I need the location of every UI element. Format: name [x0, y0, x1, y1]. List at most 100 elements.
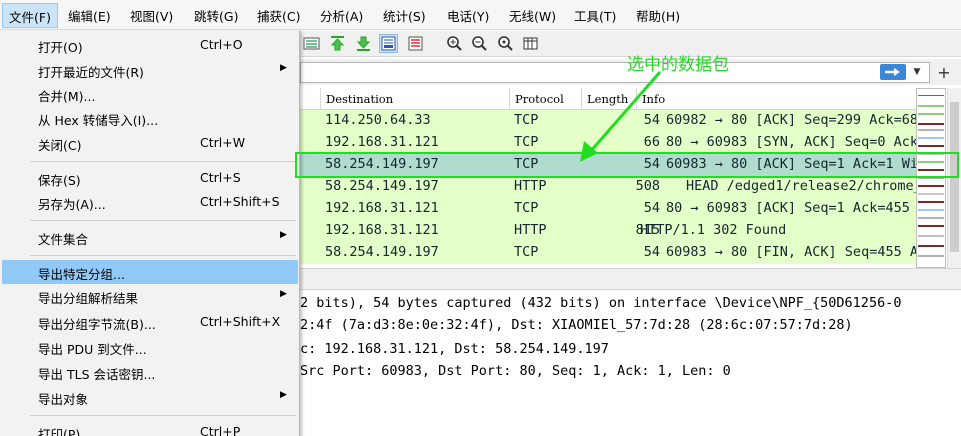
menu-item-export-objects[interactable]: 导出对象 ▶	[2, 385, 298, 409]
menu-item-file-set[interactable]: 文件集合 ▶	[2, 225, 298, 249]
menu-view[interactable]: 视图(V)	[130, 6, 173, 25]
colorize-icon[interactable]	[302, 34, 321, 53]
add-filter-button-plus-icon[interactable]: +	[935, 62, 953, 82]
packet-row[interactable]: 58.254.149.197 TCP 54 60983 → 80 [FIN, A…	[300, 242, 916, 264]
column-destination[interactable]: Destination	[320, 88, 510, 110]
menu-analyze[interactable]: 分析(A)	[320, 6, 363, 25]
packet-row[interactable]: 114.250.64.33 TCP 54 60982 → 80 [ACK] Se…	[300, 110, 916, 132]
menu-item-label: 导出 PDU 到文件...	[38, 342, 147, 357]
menu-item-shortcut: Ctrl+O	[200, 37, 243, 52]
menu-item-shortcut: Ctrl+Shift+X	[200, 314, 281, 329]
menu-item-label: 打印(P)...	[38, 427, 93, 436]
packet-destination: 114.250.64.33	[325, 112, 431, 128]
menu-item-close[interactable]: 关闭(C) Ctrl+W	[2, 131, 298, 155]
detail-frame-line[interactable]: 2 bits), 54 bytes captured (432 bits) on…	[300, 295, 901, 311]
menu-item-open-recent[interactable]: 打开最近的文件(R) ▶	[2, 58, 298, 82]
menu-item-export-tls-keys[interactable]: 导出 TLS 会话密钥...	[2, 360, 298, 384]
submenu-arrow-icon: ▶	[280, 289, 287, 299]
packet-info: HTTP/1.1 302 Found	[640, 222, 787, 238]
zoom-reset-icon[interactable]	[496, 34, 515, 53]
packet-protocol: HTTP	[514, 222, 547, 238]
packet-list: 114.250.64.33 TCP 54 60982 → 80 [ACK] Se…	[300, 110, 916, 265]
menu-help[interactable]: 帮助(H)	[636, 6, 680, 25]
go-first-icon[interactable]	[328, 34, 347, 53]
menu-telephony[interactable]: 电话(Y)	[447, 6, 489, 25]
submenu-arrow-icon: ▶	[280, 230, 287, 240]
autoscroll-icon[interactable]	[379, 34, 398, 53]
packet-info: HEAD /edged1/release2/chrome_cc	[686, 178, 916, 194]
packet-row[interactable]: 192.168.31.121 TCP 54 80 → 60983 [ACK] S…	[300, 198, 916, 220]
menu-edit[interactable]: 编辑(E)	[68, 6, 111, 25]
menu-statistics[interactable]: 统计(S)	[383, 6, 426, 25]
menu-item-label: 导出分组字节流(B)...	[38, 317, 156, 332]
packet-protocol: TCP	[514, 244, 539, 260]
packet-length: 54	[643, 200, 660, 216]
display-filter-input[interactable]	[300, 62, 930, 83]
menu-item-save-as[interactable]: 另存为(A)... Ctrl+Shift+S	[2, 190, 298, 214]
menu-item-export-pdu[interactable]: 导出 PDU 到文件...	[2, 335, 298, 359]
menu-item-label: 打开(O)	[38, 40, 83, 55]
pane-splitter[interactable]	[300, 268, 961, 290]
menu-item-label: 另存为(A)...	[38, 197, 106, 212]
packet-destination: 192.168.31.121	[325, 134, 439, 150]
detail-tcp-line[interactable]: Src Port: 60983, Dst Port: 80, Seq: 1, A…	[300, 363, 731, 379]
packet-details: 2 bits), 54 bytes captured (432 bits) on…	[300, 291, 961, 436]
packet-info: 80 → 60983 [ACK] Seq=1 Ack=455	[666, 200, 910, 216]
menu-go[interactable]: 跳转(G)	[194, 6, 238, 25]
menu-separator	[30, 161, 296, 162]
packet-info: 60982 → 80 [ACK] Seq=299 Ack=68	[666, 112, 916, 128]
apply-filter-arrow-icon[interactable]	[880, 64, 906, 80]
menu-item-import-hex[interactable]: 从 Hex 转储导入(I)...	[2, 106, 298, 130]
menu-item-shortcut: Ctrl+S	[200, 170, 241, 185]
detail-ip-line[interactable]: c: 192.168.31.121, Dst: 58.254.149.197	[300, 341, 609, 357]
menu-separator	[30, 255, 296, 256]
menu-item-shortcut: Ctrl+P	[200, 424, 241, 436]
menu-item-label: 保存(S)	[38, 173, 81, 188]
filter-dropdown-chevron-icon[interactable]: ▼	[910, 64, 924, 80]
packet-length: 54	[643, 112, 660, 128]
packet-protocol: TCP	[514, 112, 539, 128]
menu-item-export-specified-packets[interactable]: 导出特定分组...	[2, 260, 298, 284]
menu-item-export-packet-bytes[interactable]: 导出分组字节流(B)... Ctrl+Shift+X	[2, 310, 298, 334]
column-info[interactable]: Info	[636, 88, 916, 110]
menu-item-label: 合并(M)...	[38, 89, 96, 104]
packet-list-scrollbar[interactable]	[947, 88, 961, 268]
packet-row[interactable]: 192.168.31.121 TCP 66 80 → 60983 [SYN, A…	[300, 132, 916, 154]
menu-item-label: 关闭(C)	[38, 138, 82, 153]
menu-item-export-dissections[interactable]: 导出分组解析结果 ▶	[2, 284, 298, 308]
file-menu-dropdown: 打开(O) Ctrl+O 打开最近的文件(R) ▶ 合并(M)... 从 Hex…	[0, 30, 300, 436]
selected-packet-highlight-box	[295, 152, 959, 178]
menu-separator	[30, 415, 296, 416]
packet-row[interactable]: 192.168.31.121 HTTP 815 HTTP/1.1 302 Fou…	[300, 220, 916, 242]
menu-item-save[interactable]: 保存(S) Ctrl+S	[2, 166, 298, 190]
resize-columns-icon[interactable]	[521, 34, 540, 53]
menu-item-label: 导出特定分组...	[38, 267, 125, 282]
menu-item-print[interactable]: 打印(P)... Ctrl+P	[2, 420, 298, 436]
detail-ethernet-line[interactable]: 2:4f (7a:d3:8e:0e:32:4f), Dst: XIAOMIEl_…	[300, 317, 853, 333]
submenu-arrow-icon: ▶	[280, 390, 287, 400]
packet-minimap[interactable]	[916, 88, 946, 268]
menu-item-label: 导出 TLS 会话密钥...	[38, 367, 156, 382]
colorize-list-icon[interactable]	[406, 34, 425, 53]
packet-row[interactable]: 58.254.149.197 HTTP 508 HEAD /edged1/rel…	[300, 176, 916, 198]
go-last-icon[interactable]	[354, 34, 373, 53]
column-length[interactable]: Length	[581, 88, 636, 110]
menu-item-merge[interactable]: 合并(M)...	[2, 82, 298, 106]
packet-destination: 58.254.149.197	[325, 178, 439, 194]
submenu-arrow-icon: ▶	[280, 63, 287, 73]
menu-item-shortcut: Ctrl+W	[200, 135, 246, 150]
menubar: 文件(F) 编辑(E) 视图(V) 跳转(G) 捕获(C) 分析(A) 统计(S…	[0, 0, 961, 30]
column-protocol[interactable]: Protocol	[509, 88, 581, 110]
zoom-out-icon[interactable]	[470, 34, 489, 53]
packet-length: 66	[643, 134, 660, 150]
menu-capture[interactable]: 捕获(C)	[257, 6, 300, 25]
zoom-in-icon[interactable]	[445, 34, 464, 53]
packet-protocol: HTTP	[514, 178, 547, 194]
menu-file[interactable]: 文件(F)	[2, 3, 58, 28]
packet-length: 54	[643, 244, 660, 260]
menu-item-label: 从 Hex 转储导入(I)...	[38, 113, 159, 128]
annotation-label: 选中的数据包	[627, 55, 729, 75]
menu-item-open[interactable]: 打开(O) Ctrl+O	[2, 33, 298, 57]
menu-tools[interactable]: 工具(T)	[574, 6, 616, 25]
menu-wireless[interactable]: 无线(W)	[509, 6, 556, 25]
